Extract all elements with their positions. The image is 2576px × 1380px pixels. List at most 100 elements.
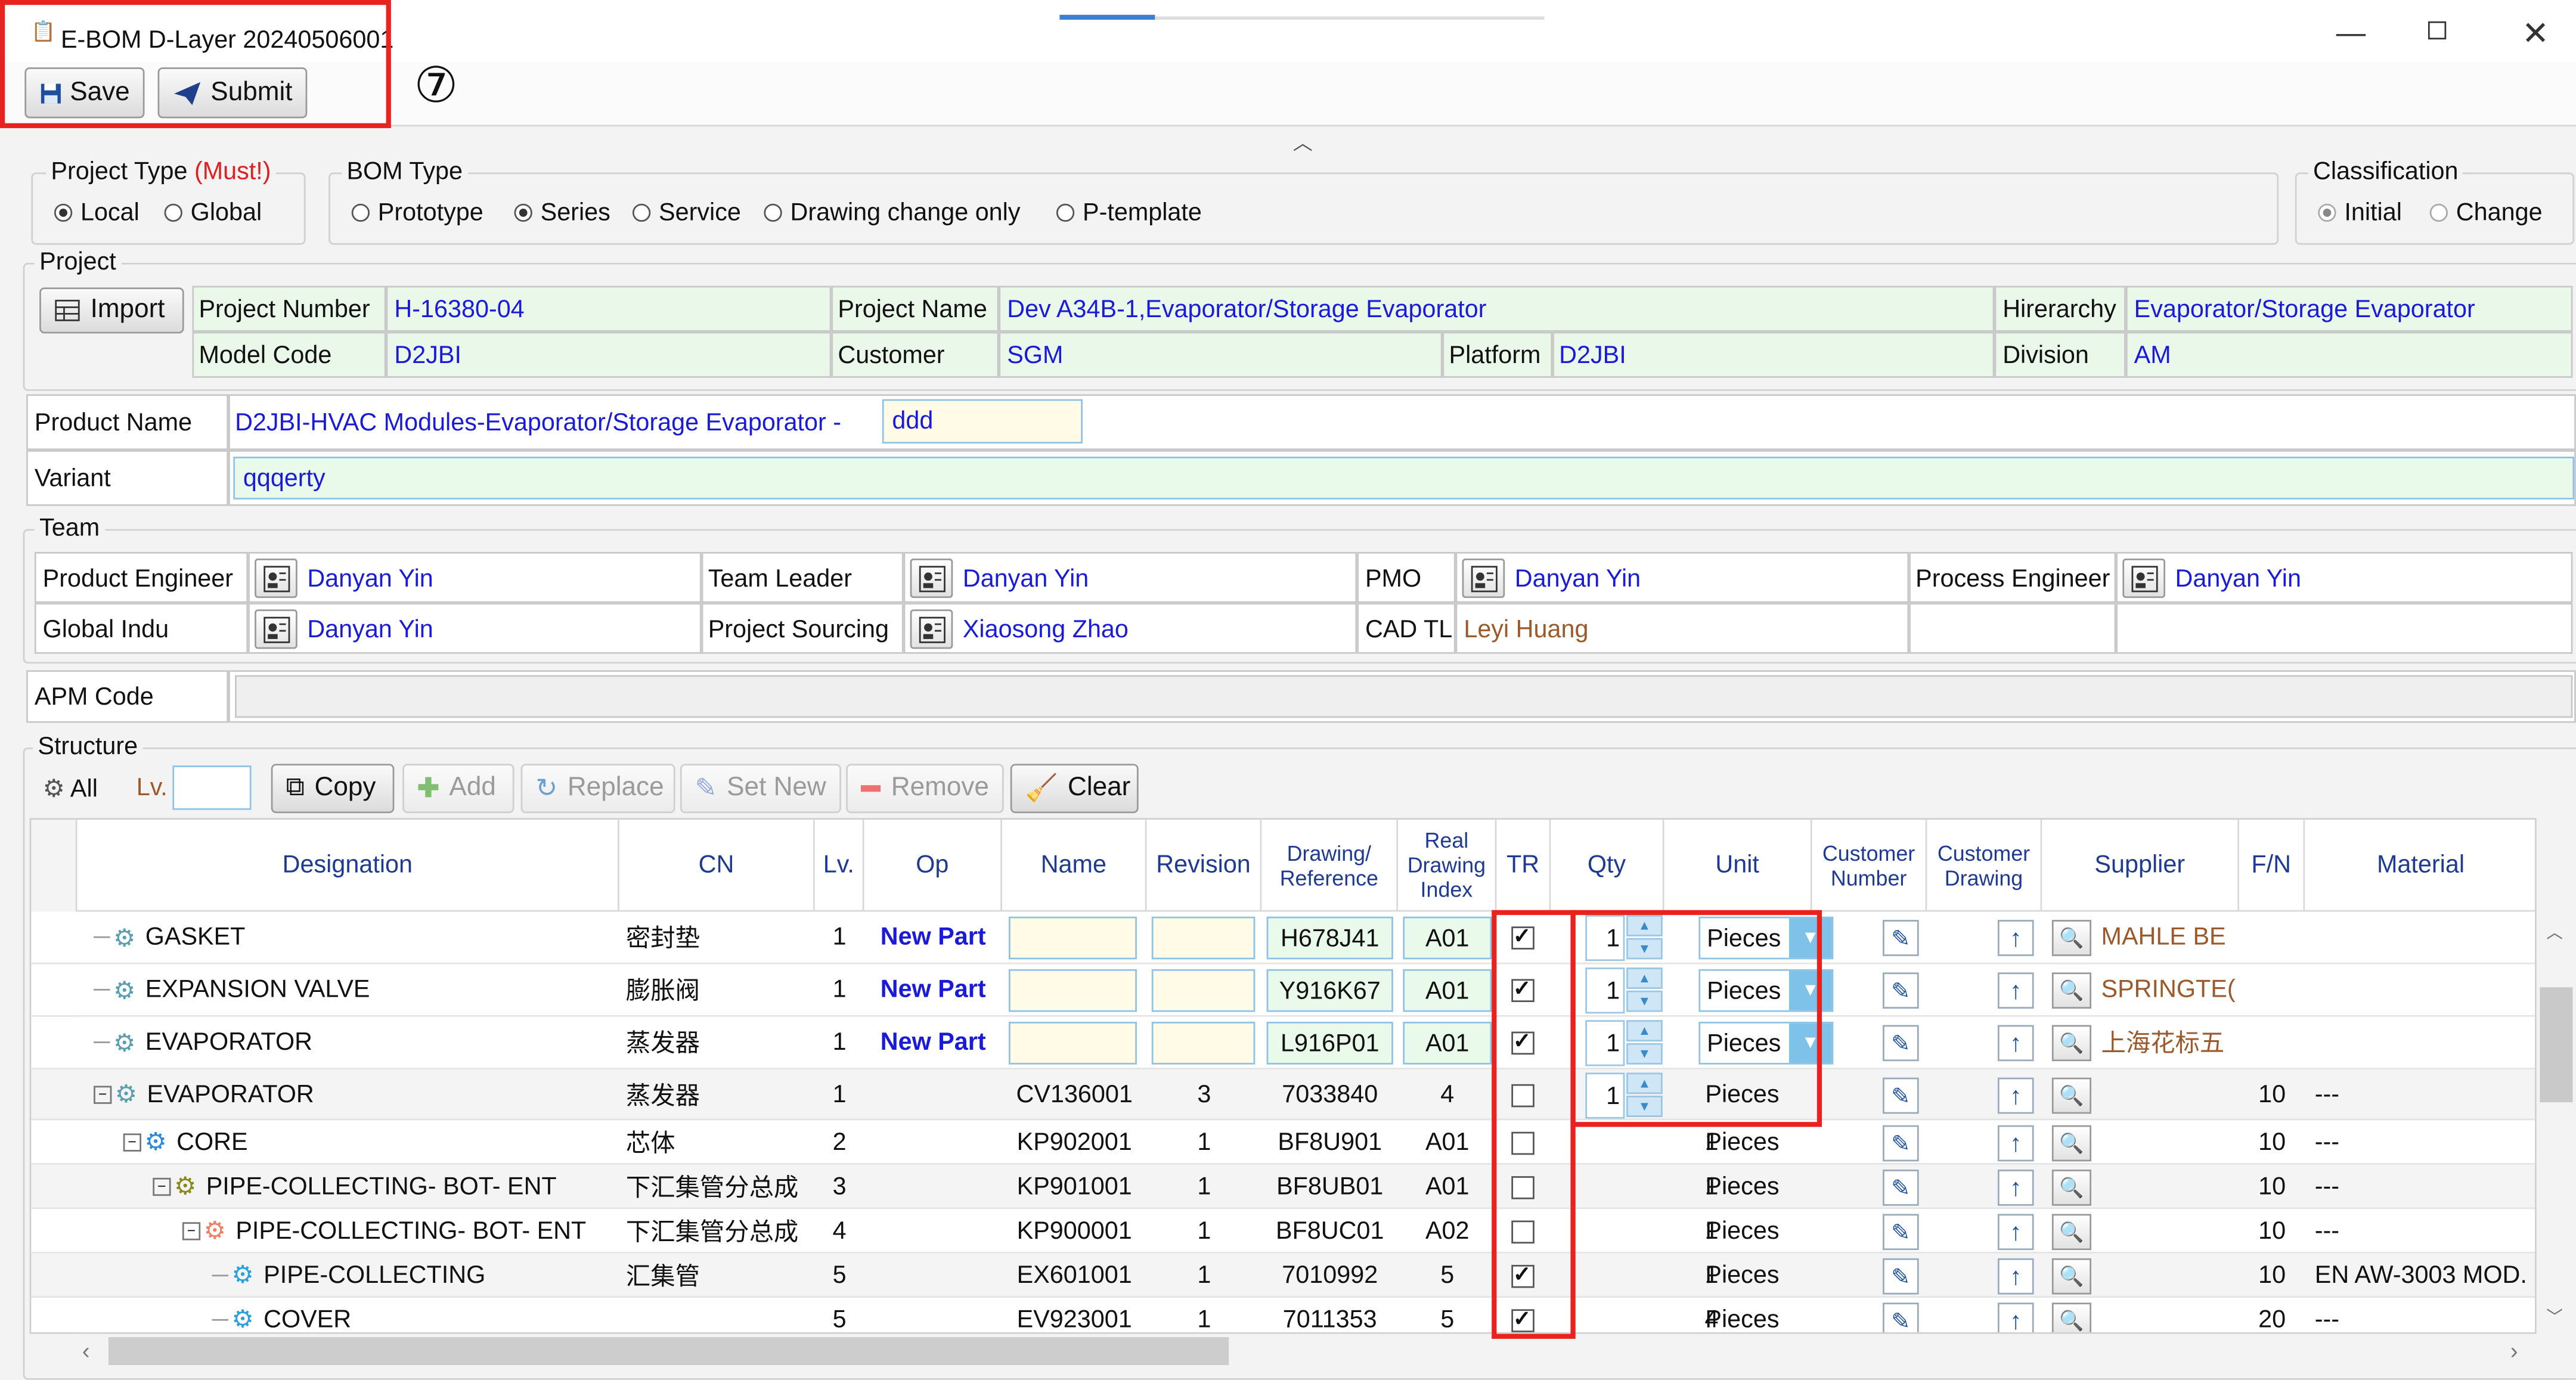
name-input[interactable] — [1008, 1022, 1137, 1065]
supplier-search-icon[interactable]: 🔍 — [2051, 1170, 2092, 1206]
upload-icon[interactable]: ↑ — [1997, 972, 2034, 1009]
clear-button[interactable]: 🧹 Clear — [1010, 764, 1139, 814]
col-qty[interactable]: Qty — [1551, 820, 1664, 912]
name-input[interactable] — [1008, 969, 1137, 1012]
level-input[interactable] — [172, 765, 252, 810]
col-op[interactable]: Op — [864, 820, 1002, 912]
name-input[interactable] — [1008, 916, 1137, 960]
apm-input[interactable] — [235, 675, 2573, 718]
col-cn[interactable]: CN — [619, 820, 815, 912]
supplier-search-icon[interactable]: 🔍 — [2051, 1214, 2092, 1251]
product-engineer-picker[interactable] — [255, 558, 297, 598]
radio-series[interactable]: Series — [514, 199, 610, 227]
project-sourcing-picker[interactable] — [910, 609, 953, 649]
edit-icon[interactable]: ✎ — [1883, 920, 1919, 956]
edit-icon[interactable]: ✎ — [1883, 1258, 1919, 1295]
minimize-button[interactable]: — — [2336, 17, 2366, 51]
copy-button[interactable]: ⧉ Copy — [271, 764, 395, 814]
team-leader-picker[interactable] — [910, 558, 953, 598]
col-customer-drawing[interactable]: Customer Drawing — [1927, 820, 2042, 912]
upload-icon[interactable]: ↑ — [1997, 1025, 2034, 1062]
supplier-search-icon[interactable]: 🔍 — [2051, 1258, 2092, 1295]
edit-icon[interactable]: ✎ — [1883, 1125, 1919, 1162]
restore-button[interactable] — [2428, 21, 2447, 40]
radio-prototype[interactable]: Prototype — [351, 199, 483, 227]
supplier-search-icon[interactable]: 🔍 — [2051, 920, 2092, 956]
upload-icon[interactable]: ↑ — [1997, 1258, 2034, 1295]
radio-global[interactable]: Global — [164, 199, 262, 227]
scroll-left-icon[interactable]: ‹ — [82, 1337, 90, 1363]
product-name-suffix-input[interactable]: ddd — [882, 399, 1083, 444]
edit-icon[interactable]: ✎ — [1883, 972, 1919, 1009]
upload-icon[interactable]: ↑ — [1997, 1077, 2034, 1114]
revision-input[interactable] — [1151, 1022, 1256, 1065]
scroll-down-icon[interactable]: ﹀ — [2546, 1303, 2563, 1327]
horizontal-scrollbar[interactable]: ‹ › — [69, 1334, 2550, 1370]
process-engineer-cell: Danyan Yin — [2116, 551, 2573, 603]
index-cell: A01 — [1425, 1127, 1470, 1156]
scroll-up-icon[interactable]: ︿ — [2546, 918, 2563, 942]
close-button[interactable]: ✕ — [2522, 13, 2549, 54]
edit-icon[interactable]: ✎ — [1883, 1025, 1919, 1062]
revision-input[interactable] — [1151, 916, 1256, 960]
edit-icon[interactable]: ✎ — [1883, 1077, 1919, 1114]
col-lv[interactable]: Lv. — [814, 820, 864, 912]
supplier-search-icon[interactable]: 🔍 — [2051, 1025, 2092, 1062]
collapse-toggle[interactable]: − — [182, 1221, 201, 1240]
upload-icon[interactable]: ↑ — [1997, 1303, 2034, 1332]
global-indu-picker[interactable] — [255, 609, 297, 649]
set-new-button[interactable]: ✎ Set New — [680, 764, 841, 814]
supplier-search-icon[interactable]: 🔍 — [2051, 972, 2092, 1009]
expand-all-button[interactable]: ⚙ All — [43, 774, 98, 804]
col-name[interactable]: Name — [1002, 820, 1147, 912]
process-engineer-picker[interactable] — [2122, 558, 2166, 598]
drawing-input[interactable]: Y916K67 — [1266, 969, 1393, 1012]
col-customer-number[interactable]: Customer Number — [1812, 820, 1927, 912]
supplier-search-icon[interactable]: 🔍 — [2051, 1077, 2092, 1114]
vertical-scroll-thumb[interactable] — [2540, 987, 2573, 1103]
index-input[interactable]: A01 — [1403, 969, 1492, 1012]
vertical-scrollbar[interactable]: ︿ ﹀ — [2536, 914, 2576, 1334]
col-fn[interactable]: F/N — [2239, 820, 2305, 912]
edit-icon[interactable]: ✎ — [1883, 1214, 1919, 1251]
supplier-search-icon[interactable]: 🔍 — [2051, 1303, 2092, 1332]
index-input[interactable]: A01 — [1403, 916, 1492, 960]
upload-icon[interactable]: ↑ — [1997, 1125, 2034, 1162]
collapse-toggle[interactable]: − — [94, 1085, 112, 1103]
col-supplier[interactable]: Supplier — [2042, 820, 2240, 912]
col-drawing[interactable]: Drawing/ Reference — [1261, 820, 1399, 912]
col-material[interactable]: Material — [2305, 820, 2535, 912]
col-real-index[interactable]: Real Drawing Index — [1398, 820, 1497, 912]
radio-change[interactable]: Change — [2429, 199, 2543, 227]
radio-service[interactable]: Service — [632, 199, 741, 227]
collapse-toggle[interactable]: − — [153, 1177, 171, 1195]
radio-p-template[interactable]: P-template — [1056, 199, 1202, 227]
scroll-right-icon[interactable]: › — [2510, 1337, 2518, 1363]
remove-button[interactable]: Remove — [846, 764, 1004, 814]
import-button[interactable]: Import — [39, 287, 184, 334]
pmo-picker[interactable] — [1462, 558, 1505, 598]
col-unit[interactable]: Unit — [1664, 820, 1812, 912]
horizontal-scroll-thumb[interactable] — [108, 1337, 1229, 1365]
edit-icon[interactable]: ✎ — [1883, 1303, 1919, 1332]
upload-icon[interactable]: ↑ — [1997, 1214, 2034, 1251]
radio-local[interactable]: Local — [54, 199, 140, 227]
collapse-chevron-icon[interactable]: ︿ — [1293, 128, 1313, 156]
upload-icon[interactable]: ↑ — [1997, 1170, 2034, 1206]
add-button[interactable]: ✚ Add — [402, 764, 514, 814]
drawing-input[interactable]: H678J41 — [1266, 916, 1393, 960]
supplier-search-icon[interactable]: 🔍 — [2051, 1125, 2092, 1162]
col-revision[interactable]: Revision — [1146, 820, 1262, 912]
index-input[interactable]: A01 — [1403, 1022, 1492, 1065]
collapse-toggle[interactable]: − — [123, 1133, 141, 1151]
variant-input[interactable]: qqqerty — [233, 457, 2575, 500]
radio-drawing-change[interactable]: Drawing change only — [764, 199, 1021, 227]
replace-button[interactable]: ↻ Replace — [520, 764, 675, 814]
col-tr[interactable]: TR — [1496, 820, 1551, 912]
radio-initial[interactable]: Initial — [2318, 199, 2402, 227]
revision-input[interactable] — [1151, 969, 1256, 1012]
col-designation[interactable]: Designation — [77, 820, 619, 912]
upload-icon[interactable]: ↑ — [1997, 920, 2034, 956]
drawing-input[interactable]: L916P01 — [1266, 1022, 1393, 1065]
edit-icon[interactable]: ✎ — [1883, 1170, 1919, 1206]
